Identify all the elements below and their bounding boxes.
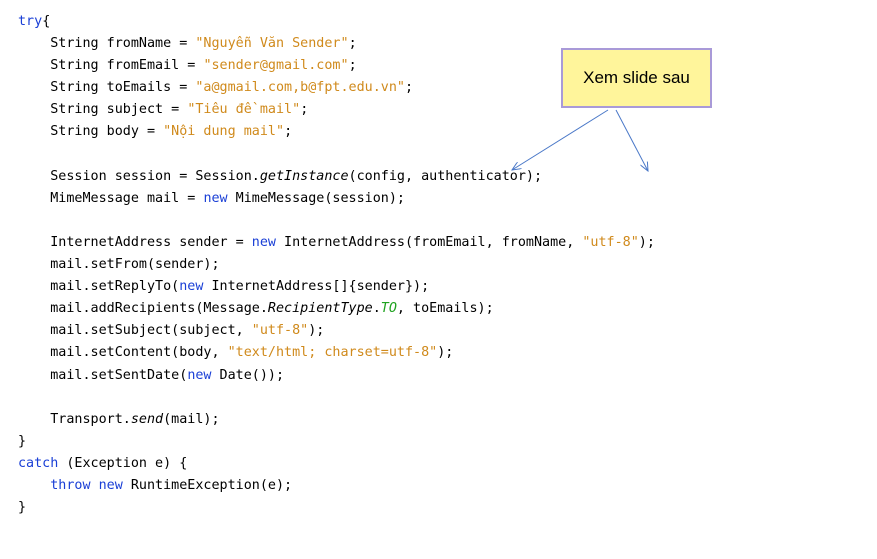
callout-arrows xyxy=(0,109,877,559)
arrow-to-authenticator xyxy=(615,109,648,171)
arrow-to-getinstance xyxy=(512,109,609,170)
